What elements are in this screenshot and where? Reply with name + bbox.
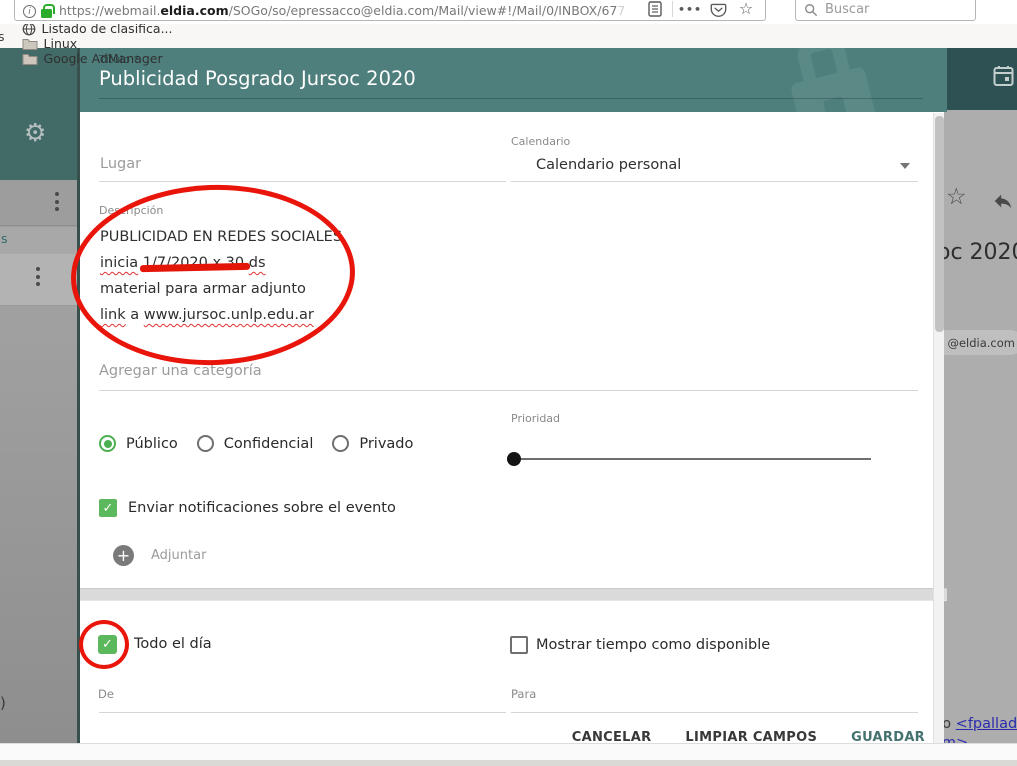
dialog-scrollbar[interactable] xyxy=(933,113,944,766)
para-underline xyxy=(511,712,918,713)
radio-option-publico[interactable]: Público xyxy=(99,435,178,452)
radio-option-privado[interactable]: Privado xyxy=(332,435,413,452)
email-link-fragment[interactable]: <fpallad xyxy=(956,716,1017,732)
radio-icon[interactable] xyxy=(332,435,349,452)
lugar-underline xyxy=(99,181,506,182)
de-underline xyxy=(99,712,506,713)
descripcion-label: Descripción xyxy=(99,204,163,217)
radio-label: Público xyxy=(126,436,178,452)
classification-radio-group: Público Confidencial Privado xyxy=(99,435,432,452)
section-divider xyxy=(80,588,947,601)
title-underline xyxy=(99,98,923,99)
reply-icon[interactable] xyxy=(991,190,1015,216)
window-bottom-strip xyxy=(0,743,1017,760)
sidebar-text-fragment: ) xyxy=(0,694,6,712)
mostrar-tiempo-checkbox[interactable] xyxy=(510,636,528,654)
categoria-input[interactable]: Agregar una categoría xyxy=(99,363,262,379)
prioridad-label: Prioridad xyxy=(511,412,560,425)
folder-icon xyxy=(22,37,38,50)
description-line: material para armar adjunto xyxy=(100,276,342,302)
de-label: De xyxy=(98,687,114,701)
radio-label: Confidencial xyxy=(224,436,314,452)
mail-list-row-selected[interactable] xyxy=(0,254,77,306)
search-placeholder: Buscar xyxy=(825,2,869,17)
https-lock-icon[interactable] xyxy=(41,9,52,18)
mail-list-row[interactable] xyxy=(0,180,77,226)
descripcion-textarea[interactable]: PUBLICIDAD EN REDES SOCIALESinicia 1/7/2… xyxy=(100,224,342,328)
radio-option-confidencial[interactable]: Confidencial xyxy=(197,435,314,452)
bookmark-label: Linux xyxy=(44,36,78,51)
url-text[interactable]: https://webmail.eldia.com/SOGo/so/epress… xyxy=(59,3,625,18)
mail-list-label-row: s xyxy=(0,227,77,254)
calendario-underline xyxy=(511,181,918,182)
url-bar[interactable]: i https://webmail.eldia.com/SOGo/so/epre… xyxy=(14,0,766,21)
radio-icon[interactable] xyxy=(197,435,214,452)
calendario-label: Calendario xyxy=(511,135,570,148)
star-flag-icon[interactable]: ☆ xyxy=(946,184,967,210)
divider xyxy=(672,1,673,17)
categoria-underline xyxy=(99,390,918,391)
search-bar[interactable]: Buscar xyxy=(795,0,976,21)
title-input[interactable]: Publicidad Posgrado Jursoc 2020 xyxy=(99,67,416,90)
lock-watermark-icon xyxy=(767,48,903,112)
window-bottom-edge xyxy=(0,760,1017,766)
description-line: link a www.jursoc.unlp.edu.ar xyxy=(100,302,342,328)
adjuntar-add-icon[interactable]: + xyxy=(113,545,134,566)
prioridad-slider[interactable] xyxy=(507,452,871,466)
folder-icon xyxy=(22,52,38,65)
browser-chrome: i https://webmail.eldia.com/SOGo/so/epre… xyxy=(0,0,1017,24)
notificaciones-label: Enviar notificaciones sobre el evento xyxy=(128,500,396,516)
scrollbar-thumb[interactable] xyxy=(935,116,944,332)
radio-label: Privado xyxy=(359,436,413,452)
kebab-menu-icon[interactable] xyxy=(55,192,59,211)
email-subject-fragment: oc 2020 xyxy=(944,240,1017,265)
description-line: PUBLICIDAD EN REDES SOCIALES xyxy=(100,224,342,250)
radio-icon[interactable] xyxy=(99,435,116,452)
mostrar-tiempo-label: Mostrar tiempo como disponible xyxy=(536,637,770,653)
bookmark-item[interactable]: Google AdManager xyxy=(22,51,173,66)
mail-list-background xyxy=(0,306,77,766)
email-address-chip[interactable]: @eldia.com xyxy=(944,330,1017,355)
slider-track[interactable] xyxy=(507,458,871,460)
bookmark-star-icon[interactable]: ☆ xyxy=(735,0,757,18)
adjuntar-label[interactable]: Adjuntar xyxy=(151,548,206,563)
calendario-select[interactable]: Calendario personal xyxy=(536,157,681,173)
search-icon xyxy=(804,3,818,17)
description-line: inicia 1/7/2020 x 30 ds xyxy=(100,250,342,276)
para-label: Para xyxy=(511,687,536,701)
bookmark-item[interactable]: Linux xyxy=(22,36,173,51)
bookmarks-bar: s SistemasListado de clasifica...LinuxGo… xyxy=(0,24,1017,48)
todo-el-dia-label: Todo el día xyxy=(134,636,212,652)
pocket-icon[interactable] xyxy=(707,0,729,18)
bookmark-label: Google AdManager xyxy=(44,51,163,66)
kebab-menu-icon[interactable] xyxy=(36,267,40,286)
sidebar-text-fragment: s xyxy=(1,231,8,246)
page-content: ⚙ s ) ☆ oc 2020 @eldia.com no <fpallad o… xyxy=(0,48,1017,766)
mail-view-background: ☆ oc 2020 @eldia.com no <fpallad om> xyxy=(944,110,1017,766)
toolbar-background xyxy=(944,48,1017,110)
lugar-input[interactable]: Lugar xyxy=(100,156,141,172)
notificaciones-checkbox[interactable]: ✓ xyxy=(99,499,117,517)
dialog-header: Título * Publicidad Posgrado Jursoc 2020 xyxy=(80,48,947,112)
page-info-icon[interactable]: i xyxy=(23,5,36,18)
chevron-down-icon[interactable] xyxy=(900,163,910,169)
quote-text: no xyxy=(944,716,956,732)
event-editor-dialog: Título * Publicidad Posgrado Jursoc 2020… xyxy=(77,48,944,766)
reader-mode-icon[interactable] xyxy=(644,0,666,18)
gear-icon[interactable]: ⚙ xyxy=(24,118,46,147)
slider-thumb[interactable] xyxy=(507,452,521,466)
page-actions-icon[interactable]: ••• xyxy=(679,0,701,18)
sidebar-header-background: ⚙ xyxy=(0,48,77,180)
calendar-icon[interactable] xyxy=(993,65,1014,91)
todo-el-dia-checkbox[interactable]: ✓ xyxy=(98,635,117,654)
